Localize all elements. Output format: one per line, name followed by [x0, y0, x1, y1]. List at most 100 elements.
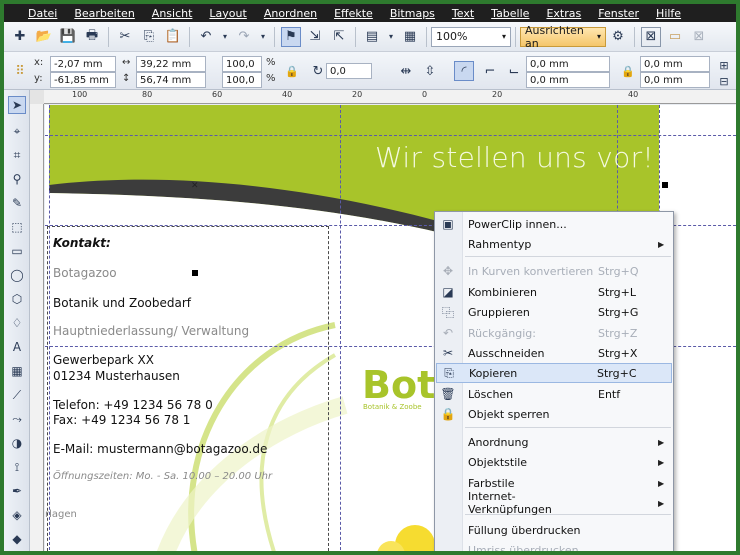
eyedropper-icon[interactable]: ⟟	[8, 458, 26, 476]
disabled-frame-icon[interactable]: ⊠	[689, 27, 709, 47]
company-full[interactable]: Botanik und Zoobedarf	[53, 296, 191, 310]
outline-pen-icon[interactable]: ✒	[8, 482, 26, 500]
save-icon[interactable]: 💾	[58, 27, 78, 47]
mirror-vertical-icon[interactable]: ⇳	[420, 61, 440, 81]
phone-number[interactable]: Telefon: +49 1234 56 78 0	[53, 398, 213, 412]
menu-ansicht[interactable]: Ansicht	[152, 7, 193, 20]
basic-shapes-icon[interactable]: ♢	[8, 314, 26, 332]
polygon-tool-icon[interactable]: ⬡	[8, 290, 26, 308]
options-icon[interactable]: ⚙	[608, 27, 628, 47]
ellipse-tool-icon[interactable]: ◯	[8, 266, 26, 284]
ruler-corner[interactable]	[30, 90, 44, 104]
menu-anordnen[interactable]: Anordnen	[264, 7, 317, 20]
context-menu-item[interactable]: Internet-Verknüpfungen ▶	[436, 490, 672, 516]
context-menu-item[interactable]: ✂ Ausschneiden Strg+X	[436, 343, 672, 363]
context-menu-item[interactable]: ▣ PowerClip innen...	[436, 214, 672, 234]
rectangle-tool-icon[interactable]: ▭	[8, 242, 26, 260]
chevron-down-icon[interactable]: ▾	[220, 27, 230, 47]
context-menu-item[interactable]: ◪ Kombinieren Strg+L	[436, 282, 672, 302]
frame-icon[interactable]: ⊠	[641, 26, 661, 47]
menu-bitmaps[interactable]: Bitmaps	[390, 7, 435, 20]
corner-radius-field-1[interactable]: 0,0 mm	[526, 56, 610, 72]
context-menu-item[interactable]: 🔒 Objekt sperren	[436, 404, 672, 424]
export-icon[interactable]: ⇱	[329, 27, 349, 47]
context-menu-item[interactable]: ⎘ Kopieren Strg+C	[436, 363, 672, 383]
menu-hilfe[interactable]: Hilfe	[656, 7, 681, 20]
connector-tool-icon[interactable]: ⤳	[8, 410, 26, 428]
horizontal-ruler[interactable]: 100 80 60 40 20 0 20 40	[44, 90, 736, 104]
context-menu-item[interactable]: 🗑 Löschen Entf	[436, 384, 672, 404]
fill-tool-icon[interactable]: ◈	[8, 506, 26, 524]
cut-icon[interactable]: ✂	[115, 27, 135, 47]
city-address[interactable]: 01234 Musterhausen	[53, 369, 180, 383]
fax-number[interactable]: Fax: +49 1234 56 78 1	[53, 413, 190, 427]
footer-text-fragment[interactable]: rlagen	[45, 509, 77, 520]
selection-handle[interactable]	[192, 270, 198, 276]
guideline[interactable]	[340, 105, 341, 551]
text-frame-icon[interactable]: ▭	[665, 27, 685, 47]
object-origin-icon[interactable]: ⠿	[10, 61, 30, 81]
menu-bearbeiten[interactable]: Bearbeiten	[74, 7, 134, 20]
scallop-corner-icon[interactable]: ⌐	[480, 61, 500, 81]
context-menu-item[interactable]: Anordnung ▶	[436, 432, 672, 452]
crop-tool-icon[interactable]: ⌗	[8, 146, 26, 164]
menu-datei[interactable]: Datei	[28, 7, 57, 20]
menu-effekte[interactable]: Effekte	[334, 7, 373, 20]
zoom-level-dropdown[interactable]: 100% ▾	[431, 26, 511, 47]
chamfer-corner-icon[interactable]: ⌙	[504, 61, 524, 81]
scale-x-field[interactable]: 100,0	[222, 56, 262, 72]
welcome-screen-icon[interactable]: ▦	[400, 27, 420, 47]
scale-outline-icon[interactable]: ⊟	[714, 71, 734, 91]
opening-hours[interactable]: Öffnungszeiten: Mo. - Sa. 10.00 – 20.00 …	[53, 471, 272, 482]
dimension-tool-icon[interactable]: ⟋	[8, 386, 26, 404]
new-document-icon[interactable]: ✚	[10, 27, 30, 47]
chevron-down-icon[interactable]: ▾	[258, 27, 268, 47]
width-field[interactable]: 39,22 mm	[136, 56, 206, 72]
company-short[interactable]: Botagazoo	[53, 266, 117, 280]
corner-radius-field-2[interactable]: 0,0 mm	[526, 72, 610, 88]
office-label[interactable]: Hauptniederlassung/ Verwaltung	[53, 324, 249, 338]
context-menu-item[interactable]: Objektstile ▶	[436, 452, 672, 472]
redo-icon[interactable]: ↷	[234, 27, 254, 47]
rotation-field[interactable]: 0,0	[326, 63, 372, 79]
menu-text[interactable]: Text	[452, 7, 474, 20]
rotate-icon[interactable]: ↻	[308, 61, 328, 81]
context-menu-item[interactable]: Rahmentyp ▶	[436, 234, 672, 254]
shape-tool-icon[interactable]: ⌖	[8, 122, 26, 140]
y-position-field[interactable]: -61,85 mm	[50, 72, 116, 88]
mirror-horizontal-icon[interactable]: ⇹	[396, 61, 416, 81]
snap-to-dropdown[interactable]: Ausrichten an ▾	[520, 24, 606, 50]
freehand-tool-icon[interactable]: ✎	[8, 194, 26, 212]
pick-tool-icon[interactable]: ➤	[8, 96, 26, 114]
contact-heading[interactable]: Kontakt:	[53, 236, 111, 250]
email-address[interactable]: E-Mail: mustermann@botagazoo.de	[53, 442, 267, 456]
lock-corners-icon[interactable]: 🔒	[618, 61, 638, 81]
app-launcher-icon[interactable]: ▤	[362, 27, 382, 47]
x-position-field[interactable]: -2,07 mm	[50, 56, 116, 72]
table-tool-icon[interactable]: ▦	[8, 362, 26, 380]
menu-tabelle[interactable]: Tabelle	[491, 7, 529, 20]
context-menu-item[interactable]: ⿻ Gruppieren Strg+G	[436, 302, 672, 322]
copy-icon[interactable]: ⎘	[139, 27, 159, 47]
paste-icon[interactable]: 📋	[163, 27, 183, 47]
corner-radius-field-4[interactable]: 0,0 mm	[640, 72, 710, 88]
open-icon[interactable]: 📂	[34, 27, 54, 47]
chevron-down-icon[interactable]: ▾	[386, 27, 396, 47]
print-icon[interactable]: 🖶	[82, 27, 102, 47]
interactive-fill-icon[interactable]: ◆	[8, 530, 26, 548]
import-icon[interactable]: ⇲	[305, 27, 325, 47]
text-tool-icon[interactable]: A	[8, 338, 26, 356]
blend-tool-icon[interactable]: ◑	[8, 434, 26, 452]
street-address[interactable]: Gewerbepark XX	[53, 353, 154, 367]
scale-y-field[interactable]: 100,0	[222, 72, 262, 88]
guideline[interactable]	[45, 135, 736, 136]
undo-icon[interactable]: ↶	[196, 27, 216, 47]
lock-ratio-icon[interactable]: 🔒	[282, 61, 302, 81]
selection-handle[interactable]	[662, 182, 668, 188]
search-content-icon[interactable]: ⚑	[281, 26, 301, 47]
corner-radius-field-3[interactable]: 0,0 mm	[640, 56, 710, 72]
smart-fill-icon[interactable]: ⬚	[8, 218, 26, 236]
round-corner-icon[interactable]: ◜	[454, 61, 474, 81]
vertical-ruler[interactable]	[30, 104, 44, 551]
menu-layout[interactable]: Layout	[209, 7, 246, 20]
